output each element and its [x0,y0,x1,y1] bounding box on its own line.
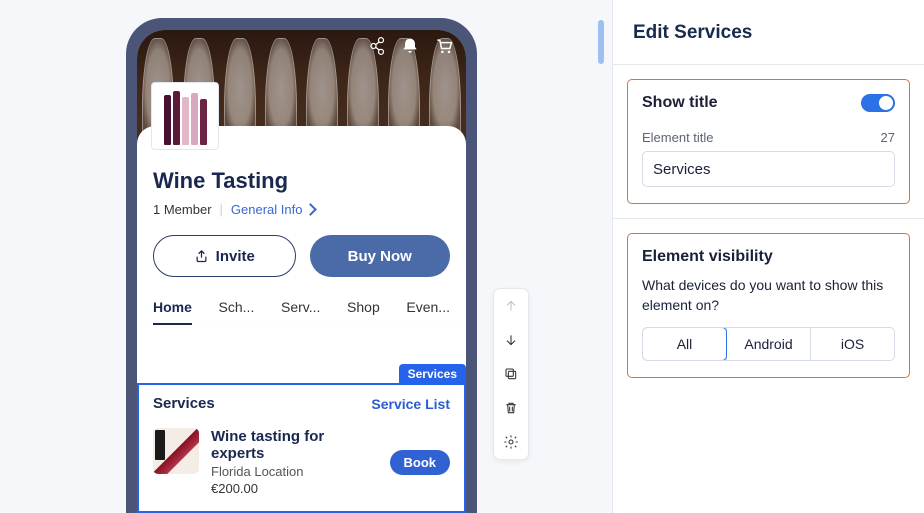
element-title-charcount: 27 [881,130,895,145]
phone-screen: Wine Tasting 1 Member | General Info Inv… [137,30,466,513]
tab-schedule[interactable]: Sch... [219,299,255,325]
service-location: Florida Location [211,464,378,479]
settings-button[interactable] [502,433,520,451]
scrollbar[interactable] [598,20,604,64]
visibility-question: What devices do you want to show this el… [642,276,895,315]
tab-home[interactable]: Home [153,299,192,325]
meta-separator: | [220,202,223,217]
service-price: €200.00 [211,481,378,496]
service-thumb [153,428,199,474]
element-title-input[interactable] [642,151,895,187]
general-info-label: General Info [231,202,303,217]
cart-icon[interactable] [434,36,454,61]
phone-body: Wine Tasting 1 Member | General Info Inv… [137,148,466,513]
visibility-option-all[interactable]: All [642,327,727,361]
general-info-link[interactable]: General Info [231,202,316,217]
group-card: Wine Tasting 1 Member | General Info Inv… [137,126,466,325]
gear-icon [503,434,519,450]
trash-icon [503,400,519,416]
service-name: Wine tasting for experts [211,428,378,462]
delete-button[interactable] [502,399,520,417]
visibility-option-android[interactable]: Android [726,328,810,360]
copy-icon [503,366,519,382]
element-toolbar [493,288,529,460]
show-title-toggle[interactable] [861,94,895,112]
group-member-count: 1 Member [153,202,212,217]
service-item[interactable]: Wine tasting for experts Florida Locatio… [139,418,464,506]
visibility-section: Element visibility What devices do you w… [627,233,910,378]
divider [613,64,924,65]
element-title-label: Element title [642,130,714,145]
services-element-selected[interactable]: Services Services Service List Wine tast… [137,383,466,513]
book-button[interactable]: Book [390,450,451,475]
move-down-button[interactable] [502,331,520,349]
tab-events[interactable]: Even... [406,299,450,325]
duplicate-button[interactable] [502,365,520,383]
preview-canvas: Wine Tasting 1 Member | General Info Inv… [0,0,612,513]
visibility-option-ios[interactable]: iOS [810,328,894,360]
group-tabs: Home Sch... Serv... Shop Even... [153,299,450,325]
tab-services[interactable]: Serv... [281,299,320,325]
visibility-label: Element visibility [642,248,895,266]
show-title-label: Show title [642,94,718,112]
show-title-section: Show title Element title 27 [627,79,910,204]
move-up-button[interactable] [502,297,520,315]
tab-shop[interactable]: Shop [347,299,380,325]
buy-now-label: Buy Now [348,248,412,265]
services-section-title: Services [153,395,215,412]
divider [613,218,924,219]
chevron-right-icon [305,203,318,216]
visibility-segmented: All Android iOS [642,327,895,361]
bell-icon[interactable] [400,36,420,61]
buy-now-button[interactable]: Buy Now [310,235,451,277]
group-avatar[interactable] [151,82,219,150]
selection-badge: Services [399,364,466,384]
side-panel: Edit Services Show title Element title 2… [612,0,924,513]
phone-frame: Wine Tasting 1 Member | General Info Inv… [126,18,477,513]
invite-button[interactable]: Invite [153,235,296,277]
panel-title: Edit Services [613,0,924,64]
group-title: Wine Tasting [153,168,450,194]
book-label: Book [404,455,437,470]
share-up-icon [194,249,209,264]
service-list-link[interactable]: Service List [371,396,450,412]
invite-label: Invite [216,248,255,265]
share-icon[interactable] [366,36,386,61]
